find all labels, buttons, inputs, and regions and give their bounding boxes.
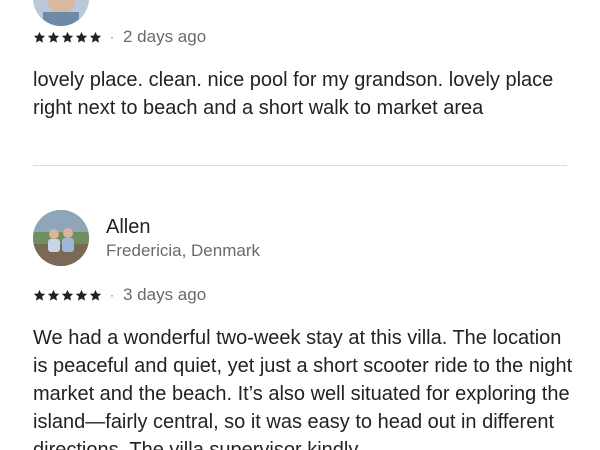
- star-icon: [47, 289, 60, 301]
- star-icon: [61, 289, 74, 301]
- star-icon: [75, 289, 88, 301]
- reviewer-name[interactable]: Allen: [106, 216, 150, 239]
- review-date: 2 days ago: [123, 27, 207, 46]
- reviewer-location: Fredericia, Denmark: [106, 241, 260, 260]
- star-icon: [47, 31, 60, 43]
- star-icon: [33, 289, 46, 301]
- reviewer-avatar[interactable]: [33, 0, 89, 26]
- review-meta: · 2 days ago: [33, 26, 206, 48]
- avatar-photo: [33, 210, 89, 266]
- reviews-page: · 2 days ago lovely place. clean. nice p…: [0, 0, 600, 450]
- review-date: 3 days ago: [123, 285, 207, 304]
- rating-stars: [33, 289, 102, 302]
- reviewer-avatar[interactable]: [33, 210, 89, 266]
- avatar-photo: [33, 0, 89, 26]
- review-text: lovely place. clean. nice pool for my gr…: [33, 69, 554, 119]
- review-text: We had a wonderful two-week stay at this…: [33, 327, 573, 450]
- star-icon: [61, 31, 74, 43]
- rating-stars: [33, 31, 102, 44]
- star-icon: [75, 31, 88, 43]
- review-divider: [33, 165, 567, 166]
- star-icon: [89, 31, 102, 43]
- review-card: Allen Fredericia, Denmark · 3 days ago W…: [33, 210, 572, 450]
- review-meta: · 3 days ago: [33, 284, 206, 306]
- separator-dot: ·: [110, 30, 114, 44]
- star-icon: [33, 31, 46, 43]
- star-icon: [89, 289, 102, 301]
- separator-dot: ·: [110, 288, 114, 302]
- review-card: · 2 days ago lovely place. clean. nice p…: [33, 0, 567, 119]
- reviewer-header: Allen Fredericia, Denmark: [33, 210, 567, 268]
- reviewer-header: [33, 0, 567, 28]
